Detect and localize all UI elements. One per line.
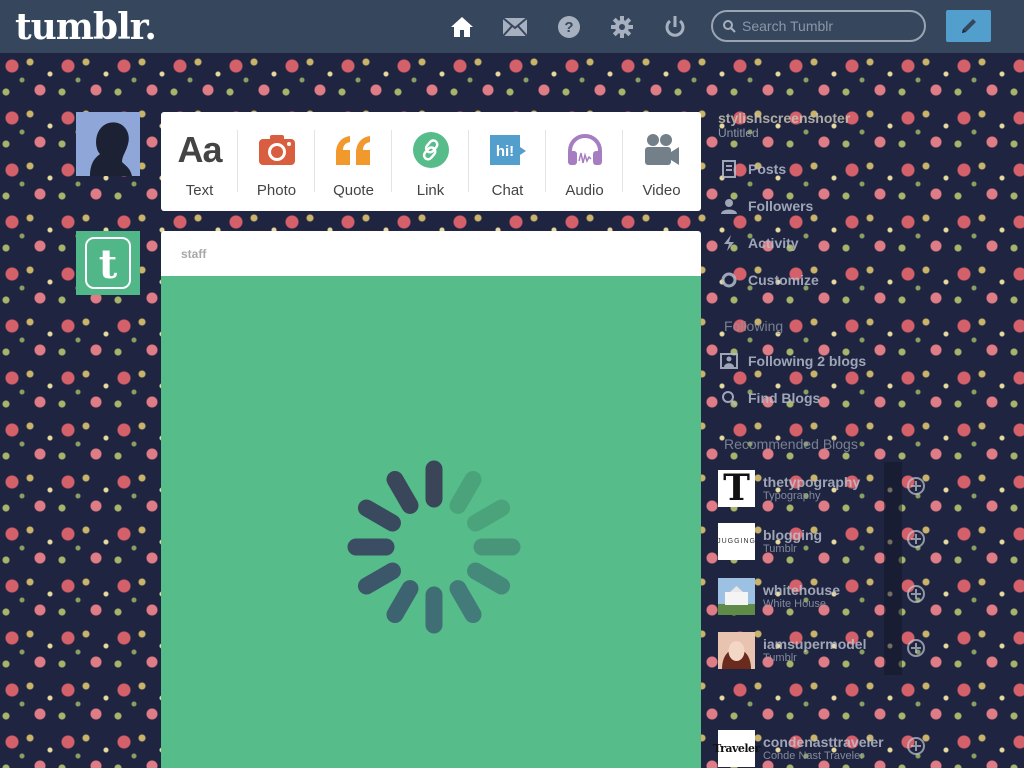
blog-subtitle: White House: [763, 598, 826, 610]
post-type-label: Text: [185, 182, 214, 199]
blog-name: blogging: [763, 527, 823, 543]
dashboard-post: staff: [161, 231, 701, 768]
camera-icon: [258, 130, 296, 170]
power-icon[interactable]: [660, 12, 690, 42]
sidebar-item-label: Find Blogs: [748, 390, 821, 406]
sidebar-item-posts[interactable]: Posts: [718, 154, 924, 184]
svg-text:hi!: hi!: [495, 143, 513, 160]
blog-subtitle: Tumblr: [763, 652, 797, 664]
post-type-audio[interactable]: Audio: [546, 112, 623, 211]
recommended-blog[interactable]: T thetypography Typography: [718, 467, 925, 509]
blog-thumb-typography: T: [718, 467, 755, 509]
chat-icon: hi!: [488, 130, 528, 170]
sidebar-item-customize[interactable]: Customize: [718, 265, 924, 295]
top-header: tumblr. ?: [0, 0, 1024, 53]
blog-thumb-whitehouse: [718, 577, 755, 615]
recommended-blog[interactable]: JUGGING blogging Tumblr: [717, 521, 925, 561]
sidebar-item-following[interactable]: Following 2 blogs: [718, 346, 924, 376]
follow-plus-icon[interactable]: [904, 636, 928, 660]
post-type-video[interactable]: Video: [623, 112, 700, 211]
post-type-chat[interactable]: hi! Chat: [469, 112, 546, 211]
search-input[interactable]: [742, 18, 912, 34]
post-media: [161, 276, 701, 768]
pencil-icon: [961, 19, 976, 33]
post-type-photo[interactable]: Photo: [238, 112, 315, 211]
post-type-label: Chat: [491, 182, 524, 199]
blog-thumb-model: [718, 631, 755, 669]
post-type-label: Quote: [333, 182, 374, 199]
post-type-link[interactable]: Link: [392, 112, 469, 211]
tumblr-t-icon: t: [85, 237, 131, 289]
follow-plus-icon[interactable]: [904, 474, 928, 498]
blog-subtitle: Typography: [763, 490, 821, 502]
post-type-quote[interactable]: Quote: [315, 112, 392, 211]
post-type-text[interactable]: Aa Text: [161, 112, 238, 211]
sidebar-item-followers[interactable]: Followers: [718, 191, 924, 221]
tumblr-logo[interactable]: tumblr.: [15, 6, 157, 48]
post-blog-name[interactable]: staff: [161, 231, 701, 276]
sidebar-item-activity[interactable]: Activity: [718, 228, 924, 258]
post-type-bar: Aa Text Photo Quote Link hi! Chat Audio: [161, 112, 701, 211]
link-icon: [412, 130, 450, 170]
recommended-blog[interactable]: whitehouse White House: [718, 576, 925, 616]
mail-icon[interactable]: [500, 12, 530, 42]
search-icon: [723, 19, 736, 33]
customize-icon: [718, 269, 740, 291]
posts-icon: [718, 158, 740, 180]
find-blogs-icon: [718, 387, 740, 409]
recommended-blog[interactable]: Traveler condenasttraveler Conde Nast Tra…: [713, 728, 925, 768]
follow-plus-icon[interactable]: [904, 582, 928, 606]
video-camera-icon: [643, 130, 681, 170]
blog-name: thetypography: [763, 474, 861, 490]
sidebar-item-label: Activity: [748, 235, 799, 251]
account-subtitle: Untitled: [718, 126, 759, 140]
sidebar-section-label: Following: [724, 318, 784, 334]
blog-thumb-traveler: Traveler: [713, 729, 760, 767]
post-type-label: Photo: [256, 182, 297, 199]
sidebar-item-label: Customize: [748, 272, 819, 288]
user-avatar[interactable]: [76, 112, 140, 176]
blog-name: whitehouse: [763, 582, 841, 598]
sidebar-item-find-blogs[interactable]: Find Blogs: [718, 383, 924, 413]
blog-thumb-blogging: JUGGING: [717, 522, 755, 560]
compose-button[interactable]: [946, 10, 991, 42]
home-icon[interactable]: [447, 12, 477, 42]
headphones-icon: [566, 130, 604, 170]
gear-icon[interactable]: [607, 12, 637, 42]
svg-text:?: ?: [564, 19, 573, 36]
post-type-label: Video: [642, 182, 681, 199]
text-aa-icon: Aa: [177, 129, 222, 170]
follow-plus-icon[interactable]: [904, 734, 928, 758]
recommended-blog[interactable]: iamsupermodel Tumblr: [718, 630, 925, 670]
blog-subtitle: Tumblr: [763, 543, 797, 555]
activity-icon: [718, 232, 740, 254]
blog-subtitle: Conde Nast Traveler: [763, 750, 864, 762]
account-name[interactable]: stylishscreenshoter: [718, 110, 850, 126]
help-icon[interactable]: ?: [554, 12, 584, 42]
followers-icon: [718, 195, 740, 217]
post-type-label: Link: [416, 182, 445, 199]
loading-spinner-icon: [347, 460, 521, 634]
blog-name: condenasttraveler: [763, 734, 884, 750]
post-type-label: Audio: [565, 182, 604, 199]
quote-icon: [334, 130, 374, 170]
following-icon: [718, 350, 740, 372]
staff-avatar[interactable]: t: [76, 231, 140, 295]
sidebar-item-label: Following 2 blogs: [748, 353, 867, 369]
sidebar-item-label: Posts: [748, 161, 787, 177]
svg-text:t: t: [99, 241, 118, 288]
blog-name: iamsupermodel: [763, 636, 867, 652]
search-box[interactable]: [711, 10, 926, 42]
recommended-label: Recommended Blogs: [724, 436, 858, 452]
follow-plus-icon[interactable]: [904, 527, 928, 551]
sidebar-item-label: Followers: [748, 198, 814, 214]
